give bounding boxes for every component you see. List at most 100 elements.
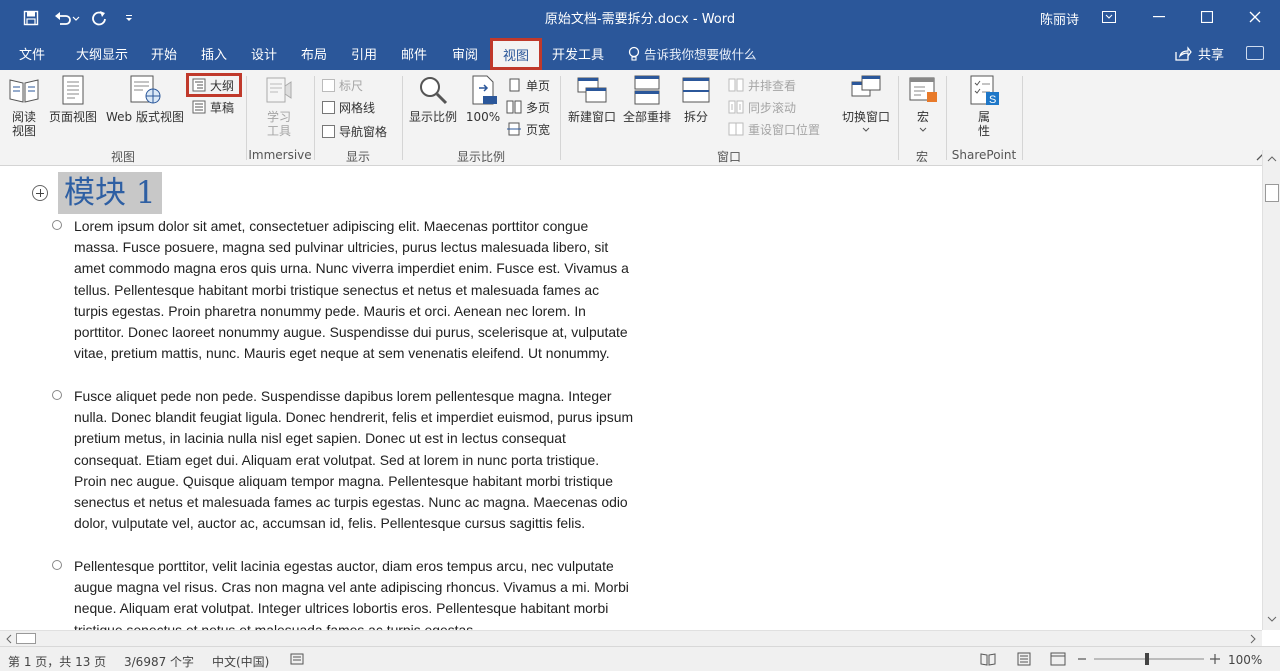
- tab-file[interactable]: 文件: [10, 40, 54, 66]
- web-layout-status-icon[interactable]: [1050, 652, 1066, 666]
- maximize-icon[interactable]: [1184, 0, 1230, 34]
- outline-highlight: [186, 73, 242, 97]
- tell-me-search[interactable]: 告诉我你想要做什么: [628, 44, 757, 63]
- page-count[interactable]: 第 1 页，共 13 页: [8, 653, 106, 670]
- draft-view-button[interactable]: 草稿: [192, 98, 234, 116]
- one-page-button[interactable]: 单页: [506, 76, 550, 94]
- tab-layout[interactable]: 布局: [294, 40, 334, 66]
- reset-position-button[interactable]: 重设窗口位置: [728, 120, 820, 138]
- scroll-right-icon[interactable]: [1246, 632, 1260, 646]
- separator: [560, 76, 561, 160]
- vertical-scroll-thumb[interactable]: [1265, 184, 1279, 202]
- share-button[interactable]: 共享: [1174, 44, 1224, 63]
- zoom-slider[interactable]: [1076, 650, 1222, 668]
- ruler-checkbox[interactable]: 标尺: [322, 76, 363, 94]
- body-text-bullet-icon: [52, 390, 62, 400]
- scroll-left-icon[interactable]: [2, 632, 16, 646]
- body-text-bullet-icon: [52, 220, 62, 230]
- close-icon[interactable]: [1232, 0, 1278, 34]
- web-layout-button[interactable]: Web 版式视图: [102, 74, 188, 124]
- macros-icon: [909, 77, 937, 102]
- separator: [402, 76, 403, 160]
- split-label: 拆分: [683, 110, 708, 124]
- customize-quick-access-icon[interactable]: [118, 8, 140, 28]
- outline-body-item[interactable]: Lorem ipsum dolor sit amet, consectetuer…: [52, 216, 642, 364]
- learning-tools-button[interactable]: 学习 工具: [256, 74, 302, 138]
- nav-pane-checkbox[interactable]: 导航窗格: [322, 122, 387, 140]
- page-width-button[interactable]: 页宽: [506, 120, 550, 138]
- separator: [946, 76, 947, 160]
- tab-references[interactable]: 引用: [344, 40, 384, 66]
- scroll-up-icon[interactable]: [1263, 152, 1280, 166]
- outline-body-item[interactable]: Fusce aliquet pede non pede. Suspendisse…: [52, 386, 642, 534]
- outline-body-item[interactable]: Pellentesque porttitor, velit lacinia eg…: [52, 556, 642, 630]
- properties-icon: S: [970, 75, 999, 106]
- tab-home[interactable]: 开始: [144, 40, 184, 66]
- print-layout-status-icon[interactable]: [1016, 652, 1032, 666]
- new-window-icon: [577, 77, 607, 103]
- gridlines-check-icon: [322, 100, 335, 114]
- web-layout-label: Web 版式视图: [106, 110, 184, 124]
- arrange-all-button[interactable]: 全部重排: [620, 74, 674, 124]
- switch-windows-label: 切换窗口: [841, 110, 890, 124]
- redo-icon[interactable]: [88, 8, 110, 28]
- new-window-button[interactable]: 新建窗口: [564, 74, 620, 124]
- language[interactable]: 中文(中国): [212, 653, 269, 670]
- switch-windows-button[interactable]: 切换窗口: [838, 74, 894, 133]
- zoom-button[interactable]: 显示比例: [406, 74, 460, 124]
- macros-button[interactable]: 宏: [904, 74, 942, 133]
- multi-page-icon: [506, 100, 522, 114]
- ribbon-display-options-icon[interactable]: [1086, 0, 1132, 34]
- properties-button[interactable]: S 属 性: [964, 74, 1004, 138]
- scroll-down-icon[interactable]: [1263, 612, 1280, 626]
- vertical-scrollbar[interactable]: [1262, 150, 1280, 630]
- paragraph-text[interactable]: Fusce aliquet pede non pede. Suspendisse…: [74, 386, 634, 534]
- read-mode-button[interactable]: 阅读 视图: [6, 74, 42, 138]
- save-icon[interactable]: [20, 8, 42, 28]
- outline-heading[interactable]: 模块 1: [58, 172, 162, 214]
- outline-heading-row[interactable]: 模块 1: [32, 172, 162, 214]
- separator: [898, 76, 899, 160]
- minimize-icon[interactable]: [1136, 0, 1182, 34]
- tab-developer[interactable]: 开发工具: [546, 40, 610, 66]
- print-layout-button[interactable]: 页面视图: [46, 74, 100, 124]
- separator: [1022, 76, 1023, 160]
- tab-insert[interactable]: 插入: [194, 40, 234, 66]
- zoom-100-button[interactable]: 100%: [464, 74, 502, 124]
- status-bar: 第 1 页，共 13 页 3/6987 个字 中文(中国) 100%: [0, 646, 1280, 671]
- tab-review[interactable]: 审阅: [444, 40, 486, 66]
- horizontal-scrollbar[interactable]: [0, 630, 1262, 646]
- learning-tools-icon: [266, 77, 292, 103]
- undo-icon[interactable]: [52, 8, 82, 28]
- user-name[interactable]: 陈丽诗: [1040, 9, 1079, 28]
- gridlines-checkbox[interactable]: 网格线: [322, 98, 375, 116]
- tab-view[interactable]: 视图: [490, 38, 542, 70]
- side-by-side-button[interactable]: 并排查看: [728, 76, 796, 94]
- show-group-label: 显示: [345, 150, 370, 164]
- page-width-label: 页宽: [526, 122, 551, 137]
- comments-icon[interactable]: [1246, 46, 1264, 60]
- svg-text:S: S: [989, 94, 996, 106]
- multi-page-button[interactable]: 多页: [506, 98, 550, 116]
- read-mode-status-icon[interactable]: [980, 652, 996, 666]
- share-label: 共享: [1198, 48, 1225, 63]
- horizontal-scroll-thumb[interactable]: [16, 633, 36, 644]
- window-group-label: 窗口: [716, 150, 741, 164]
- macro-recording-icon[interactable]: [290, 652, 304, 666]
- zoom-100-label: 100%: [465, 110, 501, 124]
- separator: [314, 76, 315, 160]
- zoom-percent[interactable]: 100%: [1228, 653, 1262, 667]
- read-mode-label: 阅读 视图: [11, 110, 36, 138]
- word-count[interactable]: 3/6987 个字: [124, 653, 194, 670]
- tab-mailings[interactable]: 邮件: [394, 40, 434, 66]
- multi-page-label: 多页: [526, 100, 551, 115]
- document-canvas[interactable]: 模块 1 Lorem ipsum dolor sit amet, consect…: [0, 166, 1262, 630]
- sync-scroll-button[interactable]: 同步滚动: [728, 98, 796, 116]
- tab-design[interactable]: 设计: [244, 40, 284, 66]
- expand-plus-icon[interactable]: [32, 185, 48, 201]
- paragraph-text[interactable]: Pellentesque porttitor, velit lacinia eg…: [74, 556, 634, 630]
- split-button[interactable]: 拆分: [676, 74, 716, 124]
- draft-label: 草稿: [210, 100, 235, 115]
- paragraph-text[interactable]: Lorem ipsum dolor sit amet, consectetuer…: [74, 216, 634, 364]
- tab-outlining[interactable]: 大纲显示: [68, 40, 136, 66]
